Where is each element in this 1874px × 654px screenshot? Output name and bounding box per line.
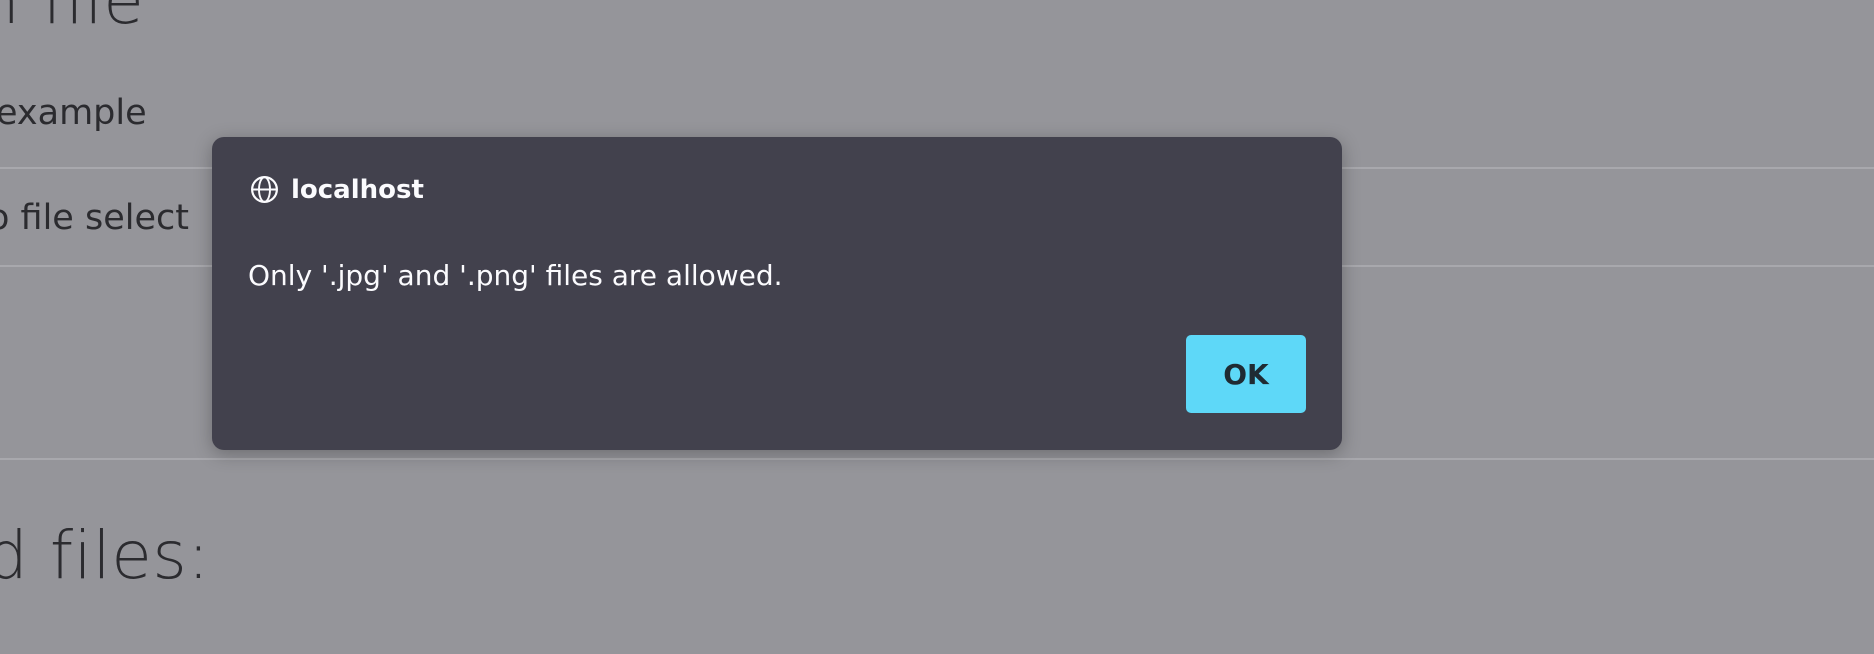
dialog-header: localhost: [248, 173, 424, 206]
page-title: n file: [0, 0, 145, 39]
alert-dialog: localhost Only '.jpg' and '.png' files a…: [212, 137, 1342, 450]
divider: [0, 458, 1874, 460]
browser-page: n file example o file select d files: lo…: [0, 0, 1874, 654]
dialog-message: Only '.jpg' and '.png' files are allowed…: [248, 259, 783, 292]
ok-button[interactable]: OK: [1186, 335, 1306, 413]
dialog-origin: localhost: [291, 174, 424, 205]
globe-icon: [251, 176, 278, 203]
example-label: example: [0, 93, 147, 133]
file-input-status: o file select: [0, 198, 189, 238]
uploaded-files-heading: d files:: [0, 517, 211, 594]
